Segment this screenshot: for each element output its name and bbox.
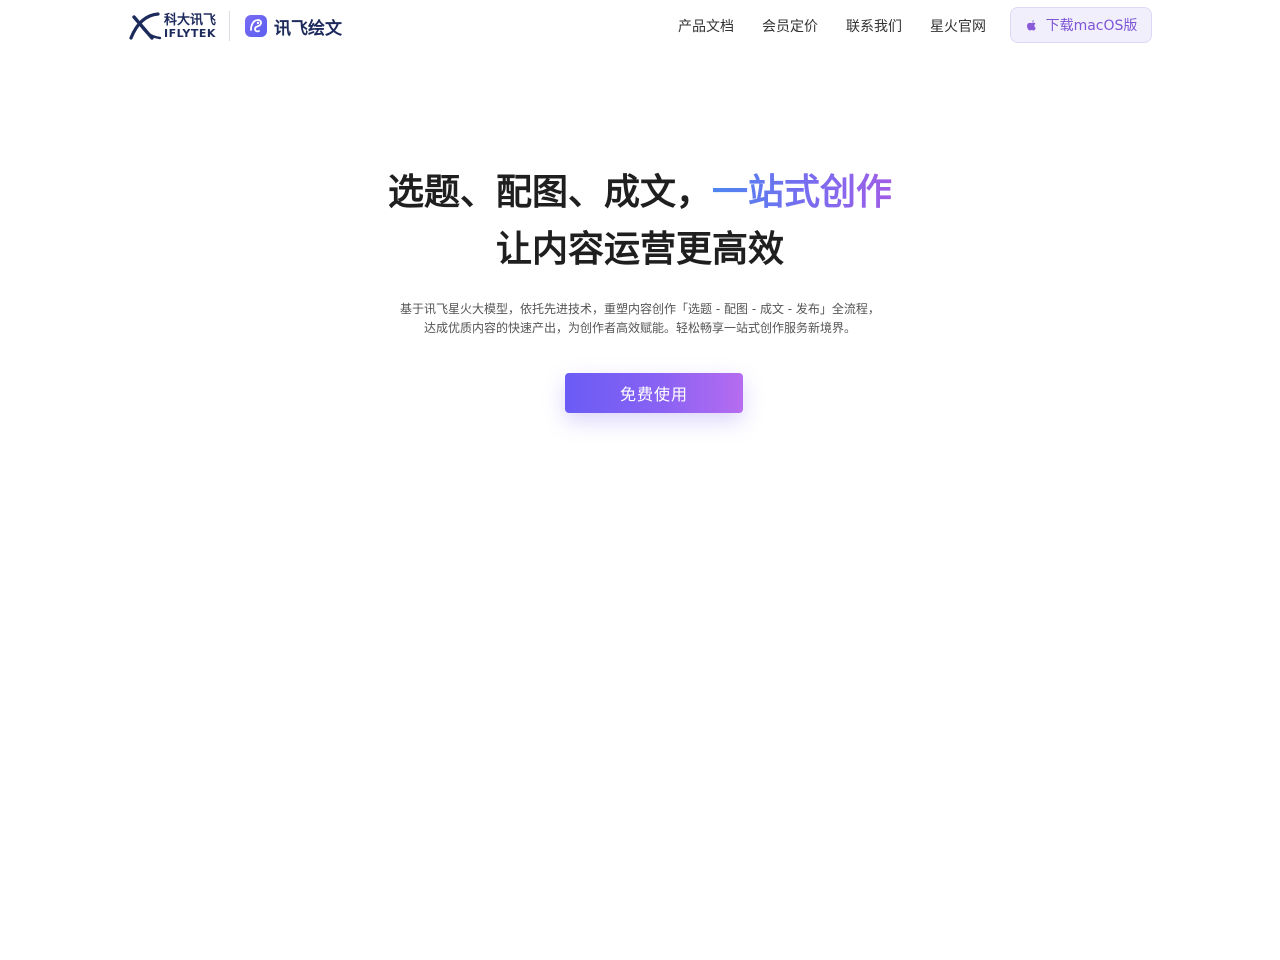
nav-item-contact[interactable]: 联系我们 (846, 16, 902, 36)
top-nav-bar: 科大讯飞 IFLYTEK 讯飞绘文 产品文档 会员定价 联系我们 星火官网 下载… (0, 0, 1280, 50)
app-logo[interactable]: 讯飞绘文 (245, 14, 342, 39)
hero-description-line2: 达成优质内容的快速产出，为创作者高效赋能。轻松畅享一站式创作服务新境界。 (423, 321, 856, 335)
hero-title-highlight: 一站式创作 (712, 172, 893, 213)
nav-item-pricing[interactable]: 会员定价 (762, 16, 818, 36)
hero-title-line2: 让内容运营更高效 (495, 229, 784, 270)
logo-divider (229, 11, 231, 41)
nav-item-spark-site[interactable]: 星火官网 (930, 16, 986, 36)
hero-title-line1: 选题、配图、成文，一站式创作 (0, 163, 1280, 215)
nav-item-docs[interactable]: 产品文档 (678, 16, 734, 36)
free-trial-label: 免费使用 (619, 385, 688, 404)
iflytek-logo-icon (129, 12, 162, 40)
brand-cn: 科大讯飞 (164, 12, 217, 28)
app-logo-icon (245, 15, 268, 37)
iflytek-logo[interactable]: 科大讯飞 IFLYTEK (128, 10, 216, 42)
free-trial-button[interactable]: 免费使用 (565, 373, 743, 413)
download-label: 下载macOS版 (1045, 18, 1138, 34)
logo-group: 科大讯飞 IFLYTEK 讯飞绘文 (128, 10, 342, 42)
iflytek-wordmark: 科大讯飞 IFLYTEK (164, 14, 216, 39)
app-name: 讯飞绘文 (274, 18, 343, 39)
main-nav: 产品文档 会员定价 联系我们 星火官网 (678, 16, 1014, 36)
apple-icon (1026, 19, 1036, 31)
hero-description-line1: 基于讯飞星火大模型，依托先进技术，重塑内容创作「选题 - 配图 - 成文 - 发… (400, 302, 880, 316)
hero-title-part1: 选题、配图、成文， (387, 172, 712, 213)
download-macos-button[interactable]: 下载macOS版 (1010, 7, 1152, 43)
brand-en: IFLYTEK (164, 26, 216, 40)
